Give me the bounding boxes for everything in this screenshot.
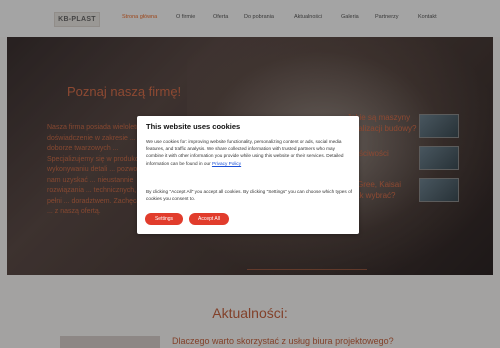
- cookie-consent-dialog: This website uses cookies We use cookies…: [137, 116, 359, 234]
- accept-all-button[interactable]: Accept All: [189, 213, 229, 225]
- cookie-dialog-description: We use cookies for: improving website fu…: [146, 138, 352, 167]
- cookie-dialog-instructions: By clicking "Accept All" you accept all …: [146, 189, 352, 202]
- settings-button[interactable]: Settings: [145, 213, 183, 225]
- cookie-dialog-title: This website uses cookies: [146, 122, 241, 131]
- cookie-description-text: We use cookies for: improving website fu…: [146, 139, 344, 166]
- privacy-policy-link[interactable]: Privacy Policy: [212, 161, 241, 166]
